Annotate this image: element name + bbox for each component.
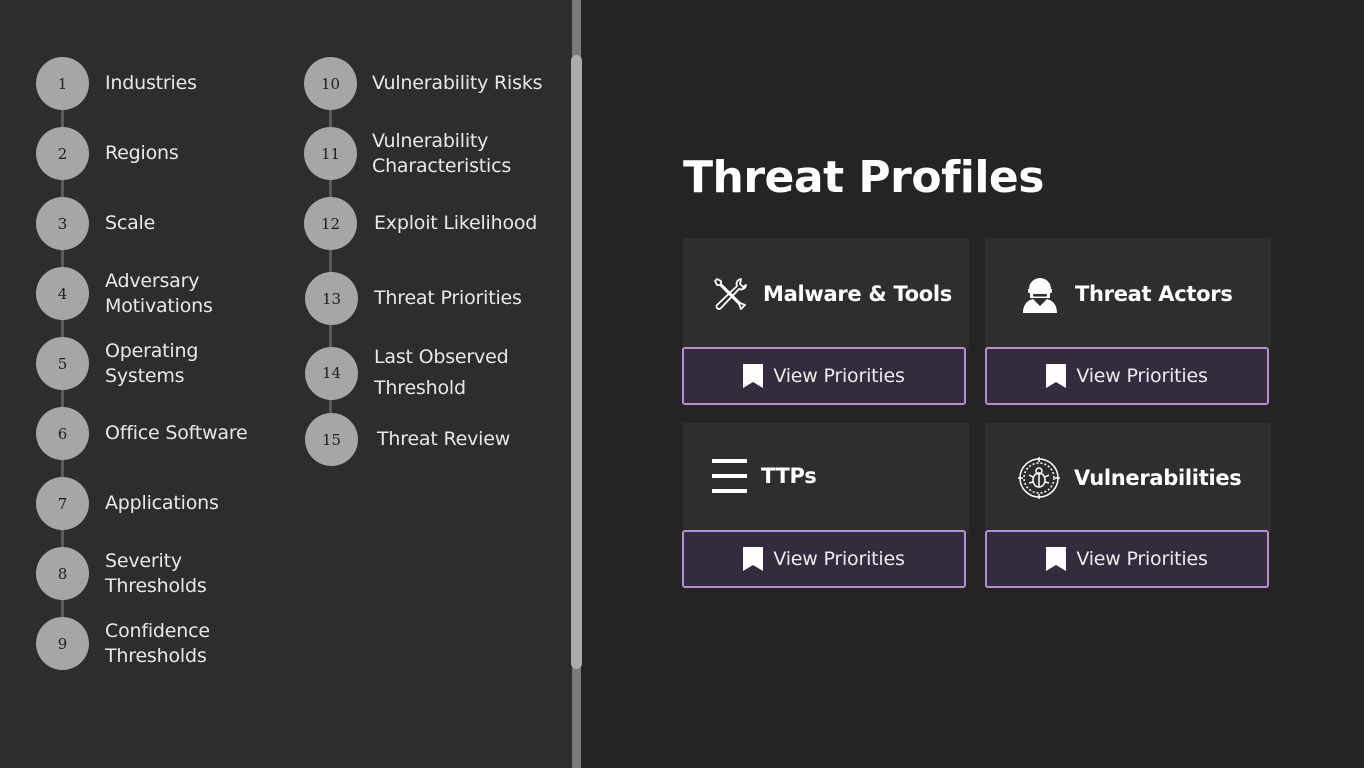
step-number[interactable]: 11 bbox=[304, 127, 357, 180]
step-item-exploit-likelihood[interactable]: 12 Exploit Likelihood bbox=[304, 197, 537, 250]
button-label: View Priorities bbox=[773, 365, 905, 387]
step-number[interactable]: 14 bbox=[305, 346, 358, 400]
view-priorities-button-threat-actors[interactable]: View Priorities bbox=[985, 347, 1269, 405]
step-label[interactable]: Threat Review bbox=[377, 427, 510, 452]
step-item-scale[interactable]: 3 Scale bbox=[36, 197, 155, 250]
step-item-threat-review[interactable]: 15 Threat Review bbox=[305, 413, 510, 466]
step-label[interactable]: Threat Priorities bbox=[374, 286, 522, 311]
step-item-operating-systems[interactable]: 5 Operating Systems bbox=[36, 337, 198, 390]
button-label: View Priorities bbox=[1076, 548, 1208, 570]
step-label[interactable]: Last Observed Threshold bbox=[374, 342, 509, 404]
step-number[interactable]: 12 bbox=[304, 197, 357, 250]
button-label: View Priorities bbox=[1076, 365, 1208, 387]
step-item-applications[interactable]: 7 Applications bbox=[36, 477, 219, 530]
bookmark-icon bbox=[1046, 364, 1067, 388]
step-number[interactable]: 13 bbox=[305, 272, 358, 325]
bookmark-icon bbox=[743, 547, 764, 571]
step-number[interactable]: 4 bbox=[36, 267, 89, 320]
step-label[interactable]: Office Software bbox=[105, 421, 248, 446]
step-item-vulnerability-risks[interactable]: 10 Vulnerability Risks bbox=[304, 57, 543, 110]
step-item-severity-thresholds[interactable]: 8 Severity Thresholds bbox=[36, 547, 207, 600]
card-title: Malware & Tools bbox=[763, 282, 952, 306]
card-ttps: TTPs bbox=[683, 423, 969, 533]
step-label[interactable]: Scale bbox=[105, 211, 155, 236]
step-item-last-observed-threshold[interactable]: 14 Last Observed Threshold bbox=[305, 342, 509, 404]
view-priorities-button-vulnerabilities[interactable]: View Priorities bbox=[985, 530, 1269, 588]
step-number[interactable]: 7 bbox=[36, 477, 89, 530]
step-item-threat-priorities[interactable]: 13 Threat Priorities bbox=[305, 272, 522, 325]
step-number[interactable]: 5 bbox=[36, 337, 89, 390]
step-item-vulnerability-characteristics[interactable]: 11 Vulnerability Characteristics bbox=[304, 127, 511, 180]
step-item-adversary-motivations[interactable]: 4 Adversary Motivations bbox=[36, 267, 213, 320]
page-title: Threat Profiles bbox=[683, 152, 1044, 203]
step-label[interactable]: Exploit Likelihood bbox=[374, 211, 537, 236]
step-number[interactable]: 10 bbox=[304, 57, 357, 110]
step-label[interactable]: Vulnerability Risks bbox=[372, 71, 543, 96]
step-label[interactable]: Applications bbox=[105, 491, 219, 516]
step-item-regions[interactable]: 2 Regions bbox=[36, 127, 179, 180]
step-label[interactable]: Industries bbox=[105, 71, 197, 96]
bug-target-icon bbox=[1018, 457, 1060, 499]
hacker-icon bbox=[1019, 275, 1061, 313]
step-item-confidence-thresholds[interactable]: 9 Confidence Thresholds bbox=[36, 617, 210, 670]
step-label[interactable]: Severity Thresholds bbox=[105, 549, 207, 599]
tools-icon bbox=[711, 275, 749, 313]
step-label[interactable]: Adversary Motivations bbox=[105, 269, 213, 319]
step-number[interactable]: 8 bbox=[36, 547, 89, 600]
step-item-office-software[interactable]: 6 Office Software bbox=[36, 407, 248, 460]
step-number[interactable]: 6 bbox=[36, 407, 89, 460]
view-priorities-button-malware-tools[interactable]: View Priorities bbox=[682, 347, 966, 405]
card-threat-actors: Threat Actors bbox=[985, 238, 1271, 348]
step-label[interactable]: Confidence Thresholds bbox=[105, 619, 210, 669]
sidebar-scrollbar-thumb[interactable] bbox=[571, 55, 582, 669]
card-title: TTPs bbox=[761, 464, 817, 488]
button-label: View Priorities bbox=[773, 548, 905, 570]
step-number[interactable]: 2 bbox=[36, 127, 89, 180]
card-title: Vulnerabilities bbox=[1074, 466, 1242, 490]
step-item-industries[interactable]: 1 Industries bbox=[36, 57, 197, 110]
steps-sidebar: 1 Industries 2 Regions 3 Scale 4 Adversa… bbox=[0, 0, 572, 768]
card-title: Threat Actors bbox=[1075, 282, 1233, 306]
step-label[interactable]: Operating Systems bbox=[105, 339, 198, 389]
card-malware-tools: Malware & Tools bbox=[683, 238, 969, 348]
step-number[interactable]: 1 bbox=[36, 57, 89, 110]
bookmark-icon bbox=[743, 364, 764, 388]
bookmark-icon bbox=[1046, 547, 1067, 571]
view-priorities-button-ttps[interactable]: View Priorities bbox=[682, 530, 966, 588]
card-vulnerabilities: Vulnerabilities bbox=[985, 423, 1271, 533]
step-label[interactable]: Regions bbox=[105, 141, 179, 166]
list-icon bbox=[712, 458, 747, 494]
step-number[interactable]: 15 bbox=[305, 413, 358, 466]
step-label[interactable]: Vulnerability Characteristics bbox=[372, 129, 511, 179]
step-number[interactable]: 9 bbox=[36, 617, 89, 670]
step-number[interactable]: 3 bbox=[36, 197, 89, 250]
